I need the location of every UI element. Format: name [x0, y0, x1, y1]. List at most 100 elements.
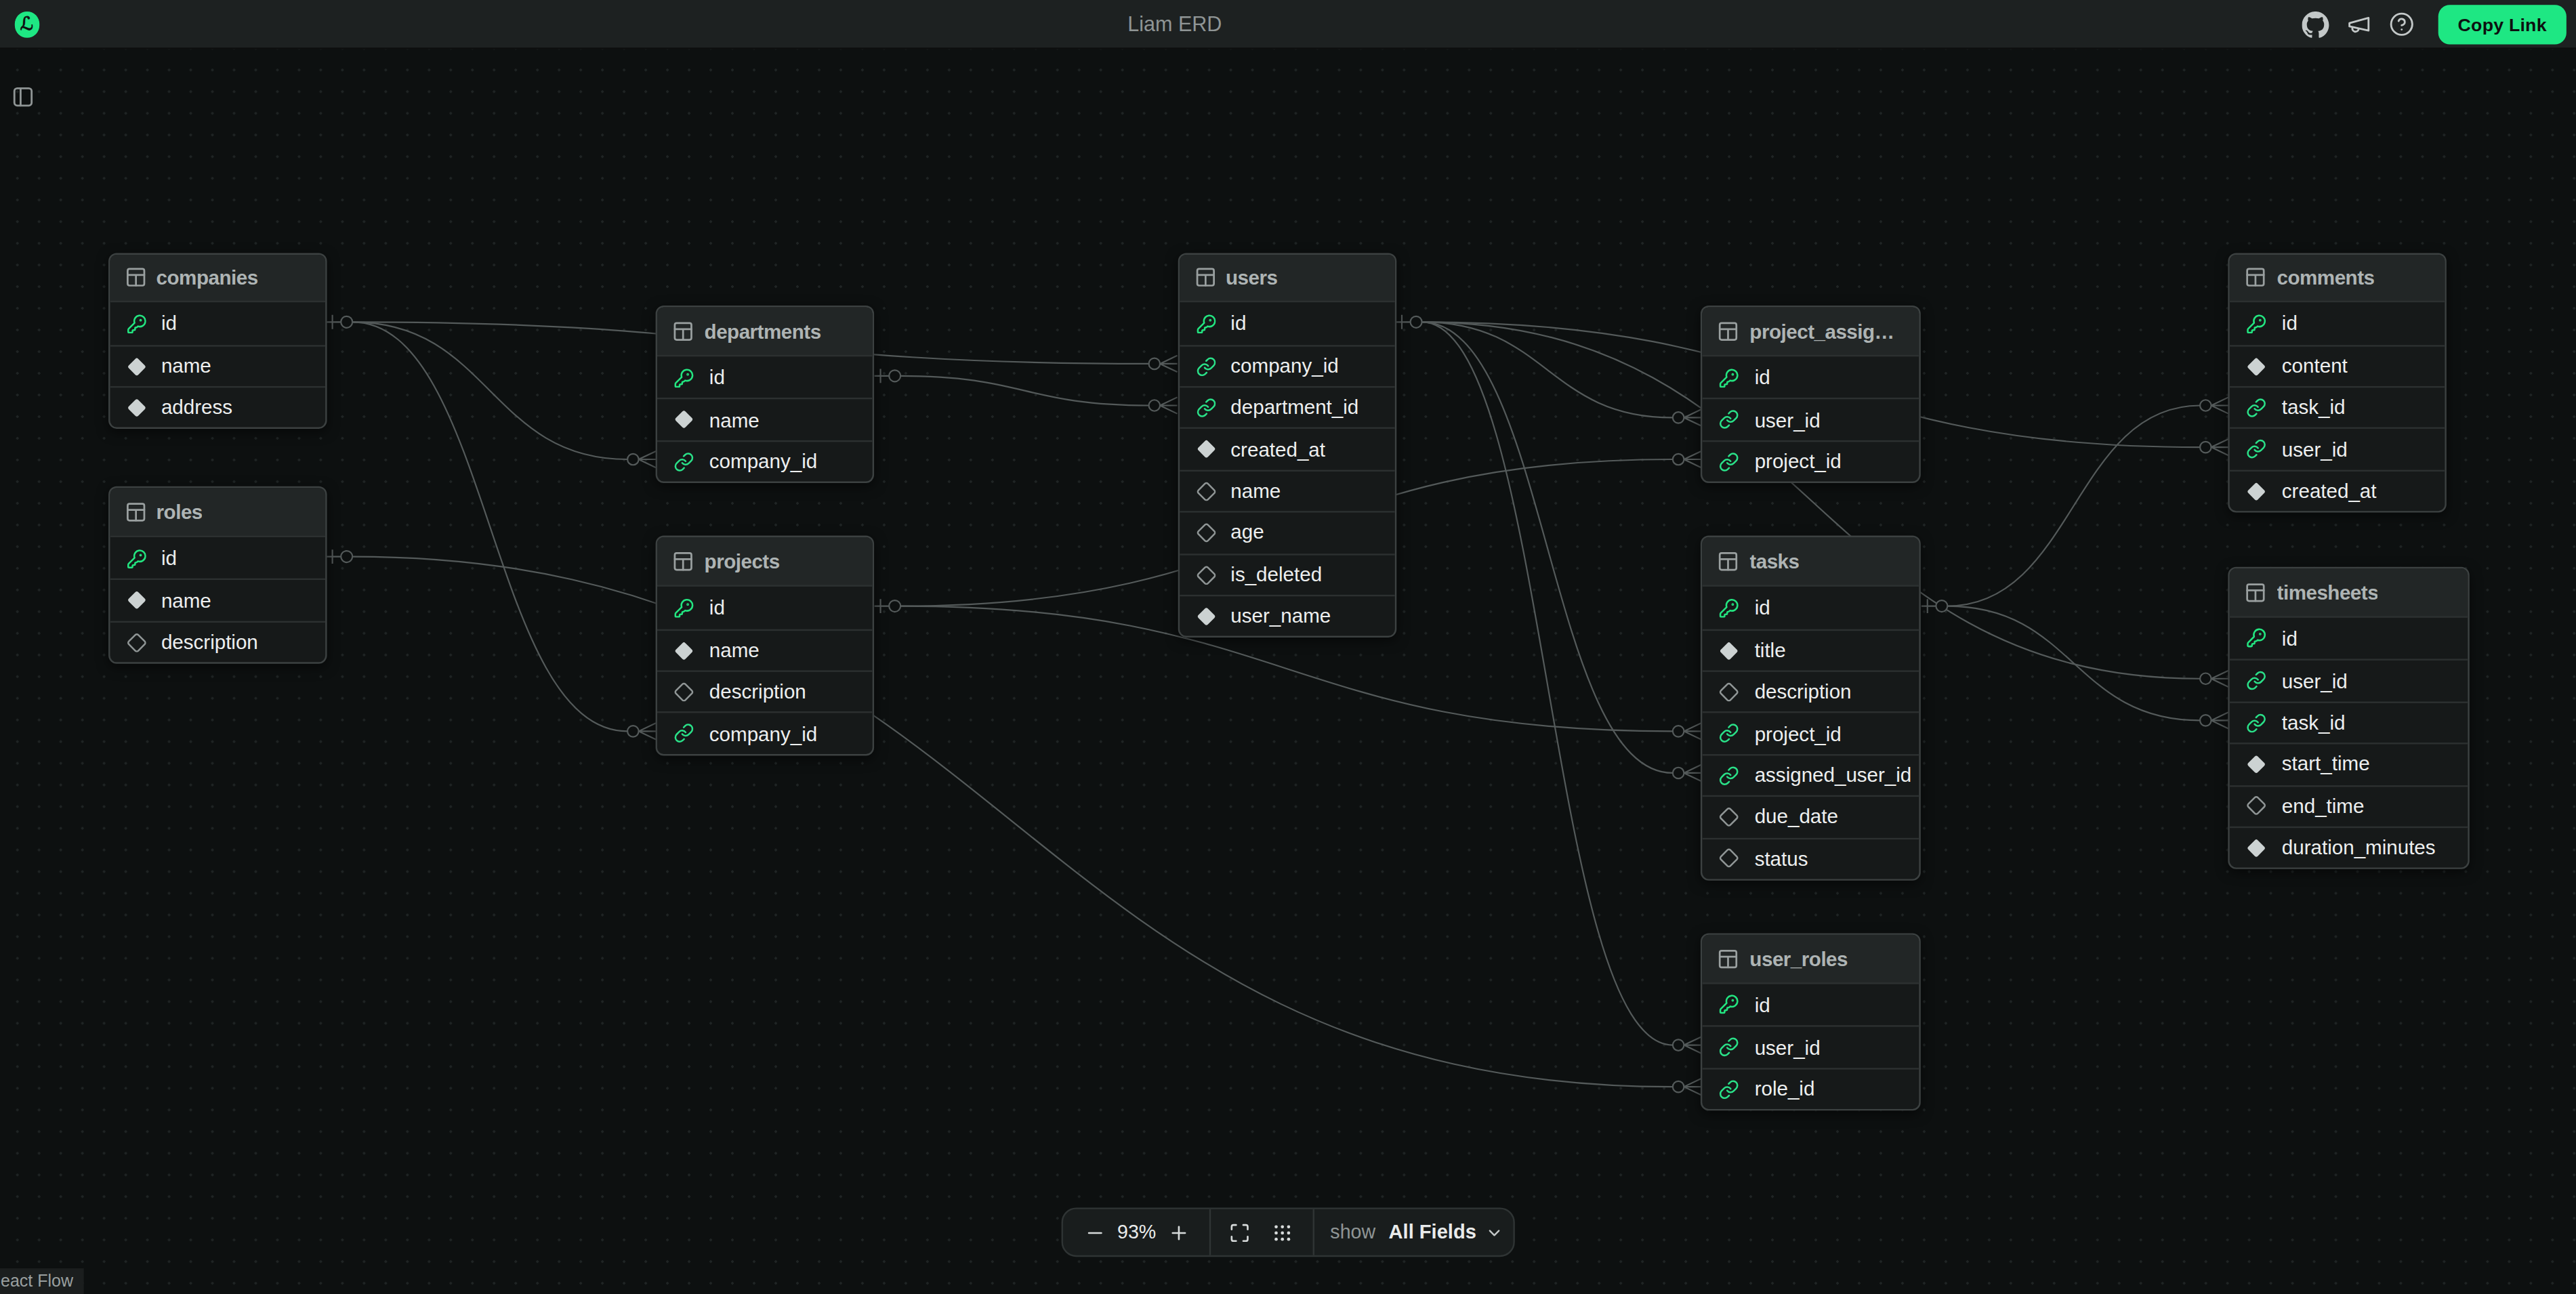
cardinality-many-marker: [2200, 397, 2228, 413]
column-name: assigned_user_id: [1755, 764, 1912, 787]
not-null-icon: [126, 591, 146, 611]
page-title: Liam ERD: [0, 0, 2350, 49]
not-null-icon: [1195, 606, 1216, 627]
column-name: id: [161, 547, 177, 570]
cardinality-many-marker: [1673, 765, 1701, 781]
table-header[interactable]: user_roles: [1703, 935, 1919, 984]
primary-key-icon: [1719, 995, 1739, 1015]
copy-link-button[interactable]: Copy Link: [2438, 5, 2567, 45]
column-row-id: id: [2230, 618, 2468, 660]
table-node-timesheets[interactable]: timesheetsiduser_idtask_idstart_timeend_…: [2228, 567, 2470, 870]
table-node-companies[interactable]: companiesidnameaddress: [108, 252, 327, 430]
table-name: roles: [157, 501, 203, 524]
cardinality-many-marker: [1673, 409, 1701, 425]
nullable-icon: [1195, 523, 1216, 543]
table-icon: [2245, 266, 2267, 289]
nullable-icon: [1719, 682, 1739, 702]
column-row-name: name: [1179, 469, 1394, 512]
help-icon[interactable]: [2387, 11, 2415, 39]
column-name: project_id: [1755, 722, 1842, 745]
column-name: name: [1230, 480, 1281, 503]
cardinality-one-marker: [1396, 315, 1422, 329]
table-name: user_roles: [1749, 947, 1848, 970]
react-flow-attribution[interactable]: React Flow: [0, 1268, 83, 1294]
column-row-description: description: [1703, 670, 1919, 712]
chevron-down-icon: [1484, 1223, 1503, 1241]
table-header[interactable]: project_assignments: [1703, 308, 1919, 356]
foreign-key-icon: [1719, 765, 1739, 785]
table-node-roles[interactable]: roles id name description: [108, 487, 327, 665]
foreign-key-icon: [1719, 451, 1739, 472]
not-null-icon: [1719, 640, 1739, 661]
column-row-project_id: project_id: [1703, 712, 1919, 754]
column-row-id: id: [657, 587, 873, 629]
cardinality-many-marker: [1673, 1037, 1701, 1053]
table-node-departments[interactable]: departments id name company_id: [656, 306, 875, 484]
column-name: user_id: [1755, 409, 1821, 432]
relationship-edge: [1422, 322, 1673, 773]
table-header[interactable]: tasks: [1703, 538, 1919, 587]
column-name: end_time: [2282, 795, 2365, 818]
table-header[interactable]: users: [1179, 254, 1394, 303]
column-row-end_time: end_time: [2230, 785, 2468, 827]
fields-filter-dropdown[interactable]: All Fields: [1389, 1221, 1503, 1244]
column-row-address: address: [109, 386, 325, 428]
table-header[interactable]: timesheets: [2230, 569, 2468, 618]
column-name: company_id: [709, 451, 817, 474]
column-name: description: [709, 680, 806, 703]
column-row-id: id: [657, 356, 873, 398]
column-name: id: [709, 366, 725, 389]
table-name: companies: [157, 266, 258, 289]
relationship-edge: [1947, 606, 2200, 721]
table-node-comments[interactable]: commentsidcontenttask_iduser_idcreated_a…: [2228, 252, 2447, 513]
table-icon: [2245, 581, 2267, 604]
column-name: project_id: [1755, 451, 1842, 474]
table-node-user_roles[interactable]: user_rolesid user_id role_id: [1701, 934, 1921, 1111]
zoom-in-button[interactable]: [1166, 1219, 1192, 1245]
megaphone-icon[interactable]: [2344, 11, 2372, 39]
column-name: duration_minutes: [2282, 837, 2436, 860]
table-header[interactable]: projects: [657, 538, 873, 587]
column-row-name: name: [657, 398, 873, 440]
table-header[interactable]: companies: [109, 254, 325, 303]
column-row-created_at: created_at: [1179, 428, 1394, 470]
column-row-id: id: [1703, 984, 1919, 1026]
column-name: due_date: [1755, 806, 1838, 829]
fit-view-button[interactable]: [1227, 1219, 1253, 1245]
table-header[interactable]: comments: [2230, 254, 2445, 303]
column-name: role_id: [1755, 1078, 1815, 1101]
column-row-user_id: user_id: [1703, 1026, 1919, 1068]
column-row-task_id: task_id: [2230, 386, 2445, 428]
sidebar-toggle-button[interactable]: [12, 85, 35, 108]
table-node-project_assignments[interactable]: project_assignmentsid user_id project_id: [1701, 306, 1921, 484]
column-row-department_id: department_id: [1179, 386, 1394, 428]
tidy-up-button[interactable]: [1270, 1219, 1296, 1245]
top-bar: ℒ Liam ERD Copy Link: [0, 0, 2576, 49]
table-header[interactable]: departments: [657, 308, 873, 356]
zoom-out-button[interactable]: [1081, 1219, 1108, 1245]
column-name: address: [161, 396, 232, 419]
not-null-icon: [126, 398, 146, 418]
column-name: company_id: [1230, 354, 1338, 377]
column-row-name: name: [109, 579, 325, 621]
table-header[interactable]: roles: [109, 488, 325, 537]
column-name: title: [1755, 639, 1786, 662]
column-name: description: [161, 631, 258, 654]
column-row-role_id: role_id: [1703, 1068, 1919, 1110]
column-name: id: [1755, 366, 1770, 389]
table-node-tasks[interactable]: tasksidtitledescriptionproject_idassigne…: [1701, 536, 1921, 880]
primary-key-icon: [674, 598, 694, 618]
table-icon: [124, 266, 146, 289]
column-name: start_time: [2282, 753, 2370, 776]
table-node-users[interactable]: users id company_id department_idcreated_at…: [1178, 252, 1396, 638]
column-name: user_id: [1755, 1036, 1821, 1059]
not-null-icon: [674, 410, 694, 430]
cardinality-many-marker: [1673, 723, 1701, 739]
cardinality-many-marker: [1149, 356, 1178, 372]
cardinality-many-marker: [2200, 712, 2228, 728]
topbar-actions: Copy Link: [2302, 0, 2567, 49]
table-node-projects[interactable]: projectsidnamedescriptioncompany_id: [656, 536, 875, 755]
github-icon[interactable]: [2302, 11, 2329, 39]
erd-canvas[interactable]: companiesidnameaddressrolesidnamedescrip…: [0, 49, 2576, 1294]
column-name: id: [1230, 312, 1246, 335]
